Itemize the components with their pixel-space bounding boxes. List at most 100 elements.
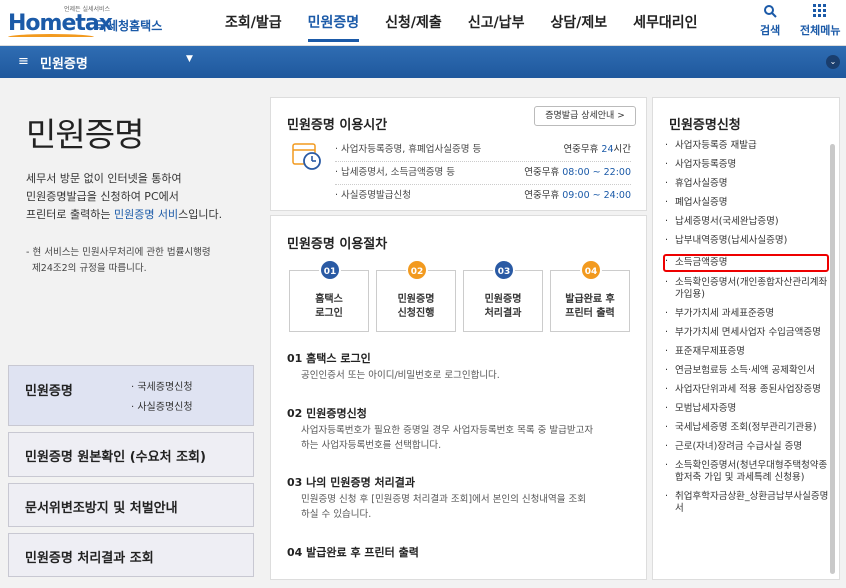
left-menu-forgery[interactable]: 문서위변조방지 및 처벌안내	[8, 483, 254, 527]
dropdown-caret-icon[interactable]: ▼	[186, 54, 193, 64]
chevron-down-icon[interactable]: ⌄	[826, 55, 840, 69]
procedure-panel: 민원증명 이용절차 01 홈택스 로그인 02 민원증명신청진행 03 민원증명처…	[270, 215, 647, 580]
nav-item-consult[interactable]: 상담/제보	[537, 0, 620, 46]
hours-prefix: 연중무휴	[524, 190, 563, 201]
apply-item[interactable]: 부가가치세 과세표준증명	[665, 308, 829, 320]
apply-item-selected[interactable]: 소득금액증명	[663, 254, 829, 272]
step-number: 02	[406, 259, 428, 281]
link-tax-cert[interactable]: · 국세증명신청	[131, 378, 193, 398]
scrollbar-thumb[interactable]	[830, 144, 835, 574]
desc-line: 하실 수 있습니다.	[301, 509, 372, 520]
search-button[interactable]: 검색	[760, 4, 780, 38]
apply-item[interactable]: 표준재무제표증명	[665, 346, 829, 358]
nav-item-apply[interactable]: 신청/제출	[372, 0, 455, 46]
step-line: 민원증명	[484, 294, 522, 305]
apply-item[interactable]: 사업자등록증 재발급	[665, 140, 829, 152]
intro-text: 스입니다.	[178, 208, 223, 221]
intro-text: 프린터로 출력하는	[26, 208, 114, 221]
intro-description: 세무서 방문 없이 인터넷을 통하여 민원증명발급을 신청하여 PC에서 프린터…	[26, 170, 256, 224]
step-description: 민원증명 신청 후 [민원증명 처리결과 조회]에서 본인의 신청내역을 조회하…	[301, 492, 621, 522]
search-label: 검색	[760, 24, 781, 37]
nav-item-tax-agent[interactable]: 세무대리인	[620, 0, 710, 46]
apply-item[interactable]: 폐업사실증명	[665, 197, 829, 209]
hours-label: · 사업자등록증명, 휴폐업사실증명 등	[335, 144, 482, 155]
intro-line: 프린터로 출력하는 민원증명 서비스입니다.	[26, 206, 256, 224]
step-label: 홈택스 로그인	[290, 293, 368, 321]
desc-line: 공인인증서 또는 아이디/비밀번호로 로그인합니다.	[301, 370, 500, 381]
usage-hours-panel: 민원증명 이용시간 증명발급 상세안내 > · 사업자등록증명, 휴폐업사실증명…	[270, 97, 647, 211]
apply-item[interactable]: 국세납세증명 조회(정부관리기관용)	[665, 422, 829, 434]
apply-item[interactable]: 소득확인증명서(개인종합자산관리계좌 가입용)	[665, 277, 829, 301]
step-line: 발급완료 후	[565, 294, 615, 305]
hours-row: · 사실증명발급신청 연중무휴 09:00 ~ 24:00	[335, 185, 631, 207]
hours-value: 연중무휴 24시간	[563, 139, 631, 161]
procedure-title: 민원증명 이용절차	[287, 237, 388, 252]
nav-item-civil-cert[interactable]: 민원증명	[295, 0, 373, 46]
apply-item[interactable]: 취업후학자금상환_상환금납부사실증명서	[665, 491, 829, 515]
intro-highlight: 민원증명 서비	[113, 208, 179, 221]
apply-item[interactable]: 사업자등록증명	[665, 159, 829, 171]
note-line: 제24조2의 규정을 따릅니다.	[26, 263, 147, 274]
apply-item[interactable]: 부가가치세 면세사업자 수입금액증명	[665, 327, 829, 339]
apply-list: 사업자등록증 재발급사업자등록증명휴업사실증명폐업사실증명납세증명서(국세완납증…	[663, 140, 829, 522]
link-fact-cert[interactable]: · 사실증명신청	[131, 398, 193, 418]
hometax-logo[interactable]: 언제든 실세서비스 Hometax 국세청홈택스	[8, 4, 168, 42]
step-line: 처리결과	[484, 308, 522, 319]
apply-item[interactable]: 납부내역증명(납세사실증명)	[665, 235, 829, 247]
step-line: 민원증명	[397, 294, 435, 305]
left-menu-title: 민원증명 처리결과 조회	[25, 551, 154, 566]
hours-label: · 납세증명서, 소득금액증명 등	[335, 167, 455, 178]
step-description: 사업자등록번호가 필요한 증명일 경우 사업자등록번호 목록 중 발급받고자 하는…	[301, 423, 621, 453]
detail-guide-button[interactable]: 증명발급 상세안내 >	[534, 106, 636, 126]
hours-suffix: 시간	[613, 144, 631, 155]
nav-item-inquiry[interactable]: 조회/발급	[212, 0, 295, 46]
step-card: 01 홈택스 로그인	[289, 259, 369, 332]
step-description: 공인인증서 또는 아이디/비밀번호로 로그인합니다.	[301, 368, 621, 383]
hours-row: · 납세증명서, 소득금액증명 등 연중무휴 08:00 ~ 22:00	[335, 162, 631, 184]
apply-item[interactable]: 근로(자녀)장려금 수급사실 증명	[665, 441, 829, 453]
step-card: 04 발급완료 후 프린터 출력	[550, 259, 630, 332]
step-label: 발급완료 후 프린터 출력	[551, 293, 629, 321]
apply-item[interactable]: 사업자단위과세 적용 종된사업장증명	[665, 384, 829, 396]
step-number: 03	[493, 259, 515, 281]
hours-highlight: 24	[601, 144, 614, 155]
left-menu-civil-cert[interactable]: 민원증명 · 국세증명신청 · 사실증명신청	[8, 365, 254, 426]
nav-item-report-pay[interactable]: 신고/납부	[455, 0, 538, 46]
hours-row: · 사업자등록증명, 휴폐업사실증명 등 연중무휴 24시간	[335, 139, 631, 161]
left-menu-title: 민원증명	[25, 384, 73, 399]
legal-note: - 현 서비스는 민원사무처리에 관한 법률시행령 제24조2의 규정을 따릅니…	[26, 245, 256, 277]
step-heading: 04 발급완료 후 프린터 출력	[287, 546, 419, 559]
apply-item[interactable]: 모범납세자증명	[665, 403, 829, 415]
main-nav: 조회/발급 민원증명 신청/제출 신고/납부 상담/제보 세무대리인	[212, 0, 711, 46]
step-line: 신청진행	[397, 308, 435, 319]
note-line: - 현 서비스는 민원사무처리에 관한 법률시행령	[26, 247, 211, 258]
step-number: 04	[580, 259, 602, 281]
step-label: 민원증명신청진행	[377, 293, 455, 321]
left-menu-result[interactable]: 민원증명 처리결과 조회	[8, 533, 254, 577]
apply-item[interactable]: 연금보험료등 소득·세액 공제확인서	[665, 365, 829, 377]
search-icon	[760, 4, 780, 22]
left-menu-original-check[interactable]: 민원증명 원본확인 (수요처 조회)	[8, 432, 254, 477]
intro-line: 민원증명발급을 신청하여 PC에서	[26, 190, 179, 203]
intro-line: 세무서 방문 없이 인터넷을 통하여	[26, 172, 182, 185]
hours-value: 연중무휴 08:00 ~ 22:00	[524, 162, 631, 184]
apply-item[interactable]: 납세증명서(국세완납증명)	[665, 216, 829, 228]
hamburger-icon[interactable]: ≡	[18, 54, 29, 69]
left-menu-subs: · 국세증명신청 · 사실증명신청	[131, 378, 193, 418]
hours-prefix: 연중무휴	[524, 167, 563, 178]
clock-icon	[291, 140, 323, 172]
top-header: 언제든 실세서비스 Hometax 국세청홈택스 조회/발급 민원증명 신청/제…	[0, 0, 846, 46]
section-title[interactable]: 민원증명	[40, 53, 88, 72]
section-bar: ≡ 민원증명 ▼ ⌄	[0, 46, 846, 78]
step-card: 03 민원증명처리결과	[463, 259, 543, 332]
step-card: 02 민원증명신청진행	[376, 259, 456, 332]
apply-item[interactable]: 소득확인증명서(청년우대형주택청약종합저축 가입 및 과세특례 신청용)	[665, 460, 829, 484]
all-menu-button[interactable]: 전체메뉴	[800, 4, 840, 38]
desc-line: 민원증명 신청 후 [민원증명 처리결과 조회]에서 본인의 신청내역을 조회	[301, 494, 587, 505]
desc-line: 사업자등록번호가 필요한 증명일 경우 사업자등록번호 목록 중 발급받고자	[301, 425, 594, 436]
hours-label: · 사실증명발급신청	[335, 190, 411, 201]
apply-item[interactable]: 휴업사실증명	[665, 178, 829, 190]
hours-highlight: 09:00 ~ 24:00	[562, 190, 631, 201]
step-heading: 01 홈택스 로그인	[287, 352, 371, 365]
apply-title: 민원증명신청	[669, 118, 741, 133]
